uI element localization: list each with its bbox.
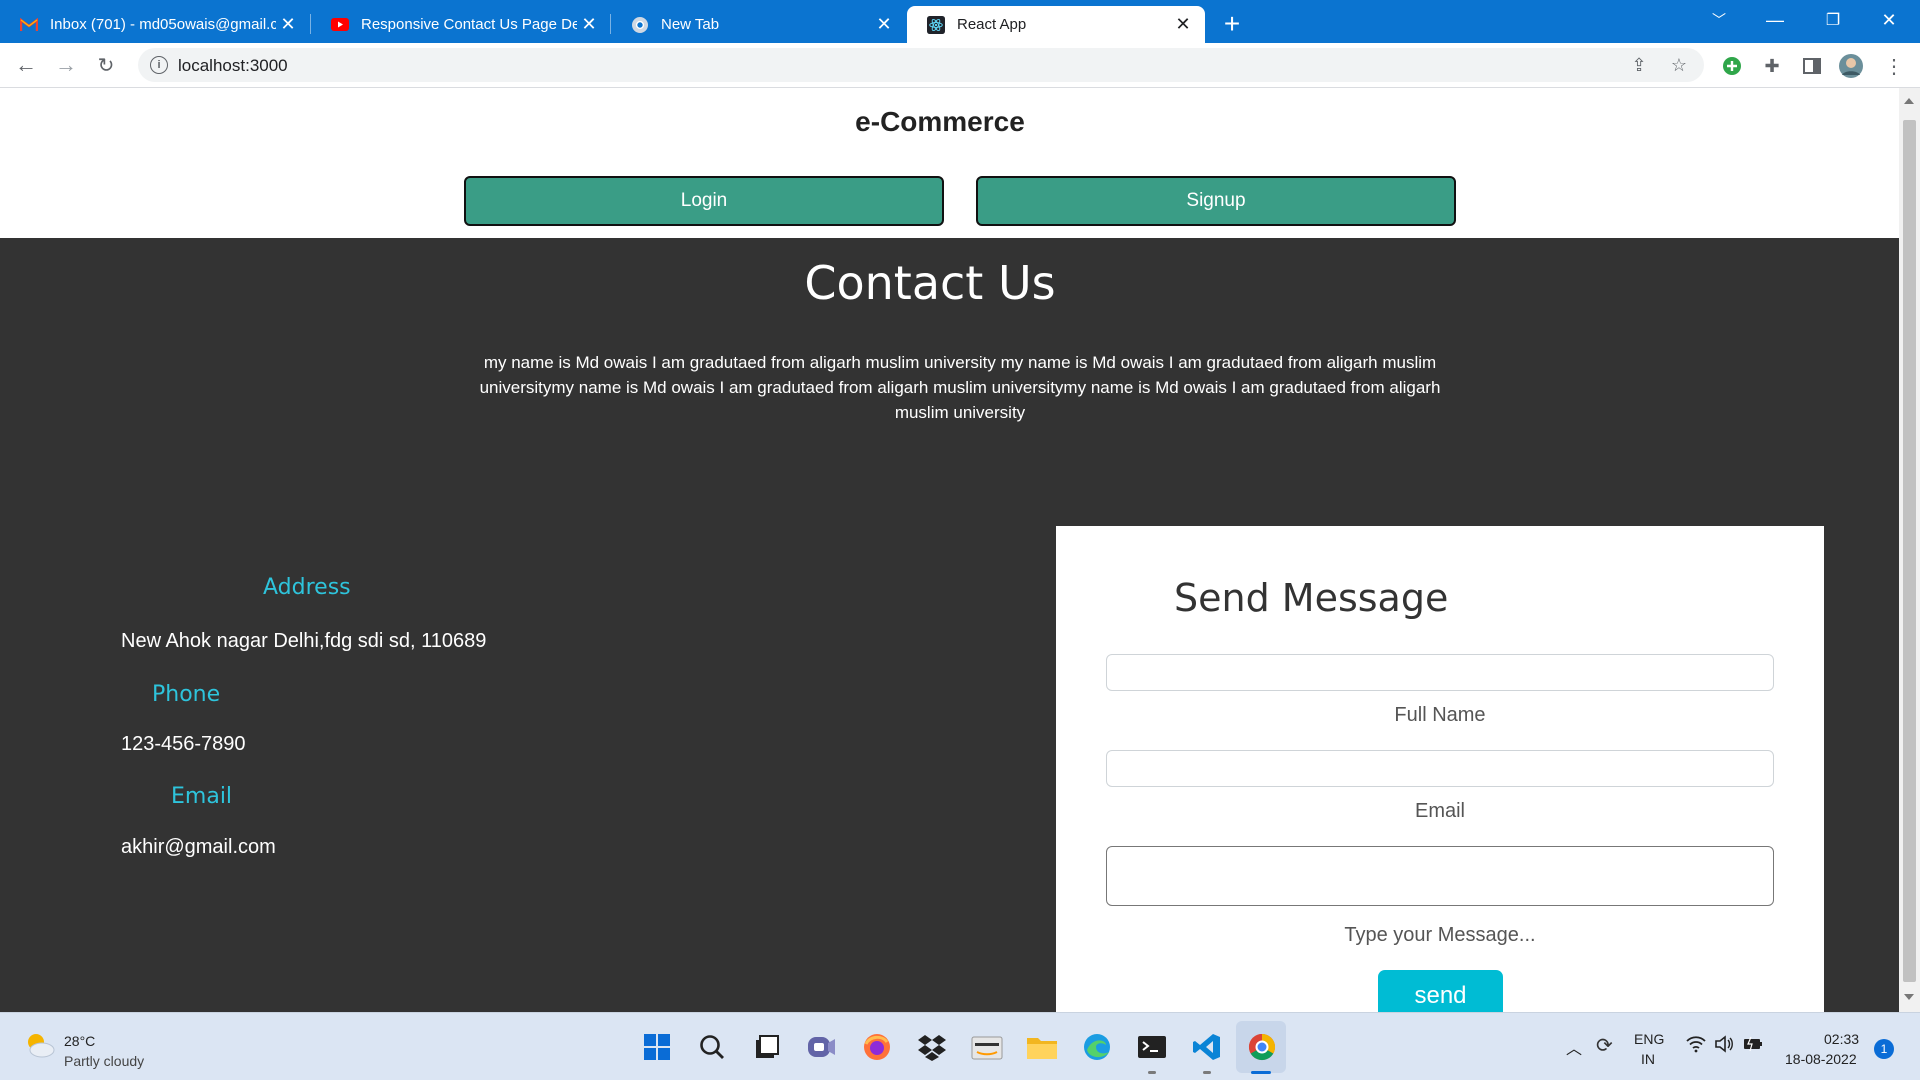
tab-gmail[interactable]: Inbox (701) - md05owais@gmail.c ✕ bbox=[0, 6, 310, 43]
windows-taskbar: 28°C Partly cloudy ︿ ⟳ ENG IN 02:33 18-0… bbox=[0, 1012, 1920, 1080]
file-explorer-icon[interactable] bbox=[1026, 1031, 1058, 1063]
teams-chat-icon[interactable] bbox=[806, 1031, 838, 1063]
extension-green-icon[interactable] bbox=[1719, 53, 1745, 79]
tab-title: Responsive Contact Us Page Desi bbox=[361, 16, 577, 33]
phone-label: Phone bbox=[152, 682, 221, 707]
running-indicator bbox=[1148, 1071, 1156, 1074]
reload-icon[interactable]: ↻ bbox=[90, 49, 122, 81]
gmail-icon bbox=[20, 16, 38, 34]
close-icon[interactable]: ✕ bbox=[276, 13, 300, 37]
tab-title: Inbox (701) - md05owais@gmail.c bbox=[50, 16, 276, 33]
login-button[interactable]: Login bbox=[464, 176, 944, 226]
message-textarea[interactable] bbox=[1106, 846, 1774, 906]
tab-new-tab[interactable]: New Tab ✕ bbox=[611, 6, 906, 43]
address-label: Address bbox=[263, 575, 351, 600]
share-icon[interactable]: ⇪ bbox=[1626, 52, 1652, 78]
profile-avatar[interactable] bbox=[1838, 53, 1864, 79]
active-app-indicator bbox=[1251, 1071, 1271, 1074]
address-value: New Ahok nagar Delhi,fdg sdi sd, 110689 bbox=[121, 630, 487, 652]
dropbox-icon[interactable] bbox=[916, 1031, 948, 1063]
email-input[interactable] bbox=[1106, 750, 1774, 787]
terminal-icon[interactable] bbox=[1136, 1031, 1168, 1063]
wifi-icon[interactable] bbox=[1686, 1035, 1706, 1058]
fullname-input[interactable] bbox=[1106, 654, 1774, 691]
tab-title: New Tab bbox=[661, 16, 720, 33]
firefox-icon[interactable] bbox=[861, 1031, 893, 1063]
url-text: localhost:3000 bbox=[178, 56, 288, 75]
tab-search-chevron-icon[interactable]: ﹀ bbox=[1696, 0, 1742, 40]
battery-icon[interactable] bbox=[1742, 1035, 1764, 1058]
react-icon bbox=[927, 15, 945, 34]
tab-youtube[interactable]: Responsive Contact Us Page Desi ✕ bbox=[311, 6, 611, 43]
close-icon[interactable]: ✕ bbox=[872, 13, 896, 37]
page-viewport: e-Commerce Login Signup Contact Us my na… bbox=[0, 88, 1899, 1012]
amazon-icon[interactable] bbox=[971, 1031, 1003, 1063]
forward-arrow-icon[interactable]: → bbox=[50, 49, 82, 81]
minimize-icon[interactable]: — bbox=[1752, 0, 1798, 40]
youtube-icon bbox=[331, 16, 349, 34]
vscode-icon[interactable] bbox=[1191, 1031, 1223, 1063]
chrome-taskbar-icon[interactable] bbox=[1246, 1031, 1278, 1063]
contact-section: Contact Us my name is Md owais I am grad… bbox=[0, 238, 1899, 1012]
windows-start-icon[interactable] bbox=[641, 1031, 673, 1063]
tab-title: React App bbox=[957, 16, 1027, 33]
contact-description: my name is Md owais I am gradutaed from … bbox=[479, 353, 1441, 422]
email-value: akhir@gmail.com bbox=[121, 836, 276, 858]
chrome-icon bbox=[631, 16, 649, 34]
email-field-label: Email bbox=[1414, 800, 1465, 822]
scroll-down-arrow-icon[interactable] bbox=[1904, 994, 1914, 1000]
message-label: Type your Message... bbox=[1344, 924, 1536, 946]
side-panel-icon[interactable] bbox=[1799, 53, 1825, 79]
weather-desc: Partly cloudy bbox=[64, 1053, 145, 1069]
send-message-form: Send Message Full Name Email Type your M… bbox=[1056, 526, 1824, 1012]
weather-icon[interactable] bbox=[22, 1030, 56, 1065]
bookmark-star-icon[interactable]: ☆ bbox=[1666, 52, 1692, 78]
site-title: e-Commerce bbox=[855, 106, 1025, 137]
close-icon[interactable]: ✕ bbox=[577, 13, 601, 37]
weather-temp: 28°C bbox=[64, 1033, 96, 1049]
task-view-icon[interactable] bbox=[751, 1031, 783, 1063]
form-title: Send Message bbox=[1174, 576, 1449, 620]
new-tab-icon[interactable]: + bbox=[1212, 6, 1252, 42]
language-top[interactable]: ENG bbox=[1634, 1031, 1664, 1047]
back-arrow-icon[interactable]: ← bbox=[10, 49, 42, 81]
menu-kebab-icon[interactable]: ⋮ bbox=[1881, 53, 1907, 79]
signup-button[interactable]: Signup bbox=[976, 176, 1456, 226]
site-info-icon[interactable]: i bbox=[150, 56, 168, 74]
tab-react-app[interactable]: React App ✕ bbox=[907, 6, 1205, 43]
sync-icon[interactable]: ⟳ bbox=[1596, 1033, 1613, 1058]
edge-icon[interactable] bbox=[1081, 1031, 1113, 1063]
language-bottom[interactable]: IN bbox=[1641, 1051, 1655, 1067]
tray-chevron-up-icon[interactable]: ︿ bbox=[1566, 1035, 1582, 1059]
notification-badge[interactable]: 1 bbox=[1874, 1039, 1894, 1059]
browser-tab-bar: Inbox (701) - md05owais@gmail.c ✕ Respon… bbox=[0, 0, 1920, 43]
phone-value: 123-456-7890 bbox=[121, 733, 246, 755]
search-icon[interactable] bbox=[696, 1031, 728, 1063]
scroll-up-arrow-icon[interactable] bbox=[1904, 98, 1914, 104]
clock-time[interactable]: 02:33 bbox=[1824, 1031, 1859, 1047]
address-bar[interactable]: i localhost:3000 ⇪ ☆ bbox=[138, 48, 1704, 82]
clock-date[interactable]: 18-08-2022 bbox=[1785, 1051, 1857, 1067]
volume-icon[interactable] bbox=[1714, 1035, 1734, 1058]
contact-title: Contact Us bbox=[804, 256, 1056, 310]
email-label: Email bbox=[171, 784, 233, 809]
restore-icon[interactable]: ❐ bbox=[1810, 0, 1856, 40]
close-icon[interactable]: ✕ bbox=[1171, 13, 1195, 37]
extensions-puzzle-icon[interactable]: ✚ bbox=[1759, 53, 1785, 79]
fullname-label: Full Name bbox=[1394, 704, 1486, 726]
running-indicator bbox=[1203, 1071, 1211, 1074]
send-button[interactable]: send bbox=[1378, 970, 1503, 1012]
page-scrollbar[interactable] bbox=[1899, 88, 1920, 1012]
close-window-icon[interactable]: ✕ bbox=[1866, 0, 1912, 40]
browser-toolbar: ← → ↻ i localhost:3000 ⇪ ☆ ✚ ⋮ bbox=[0, 43, 1920, 88]
scrollbar-thumb[interactable] bbox=[1903, 120, 1916, 982]
